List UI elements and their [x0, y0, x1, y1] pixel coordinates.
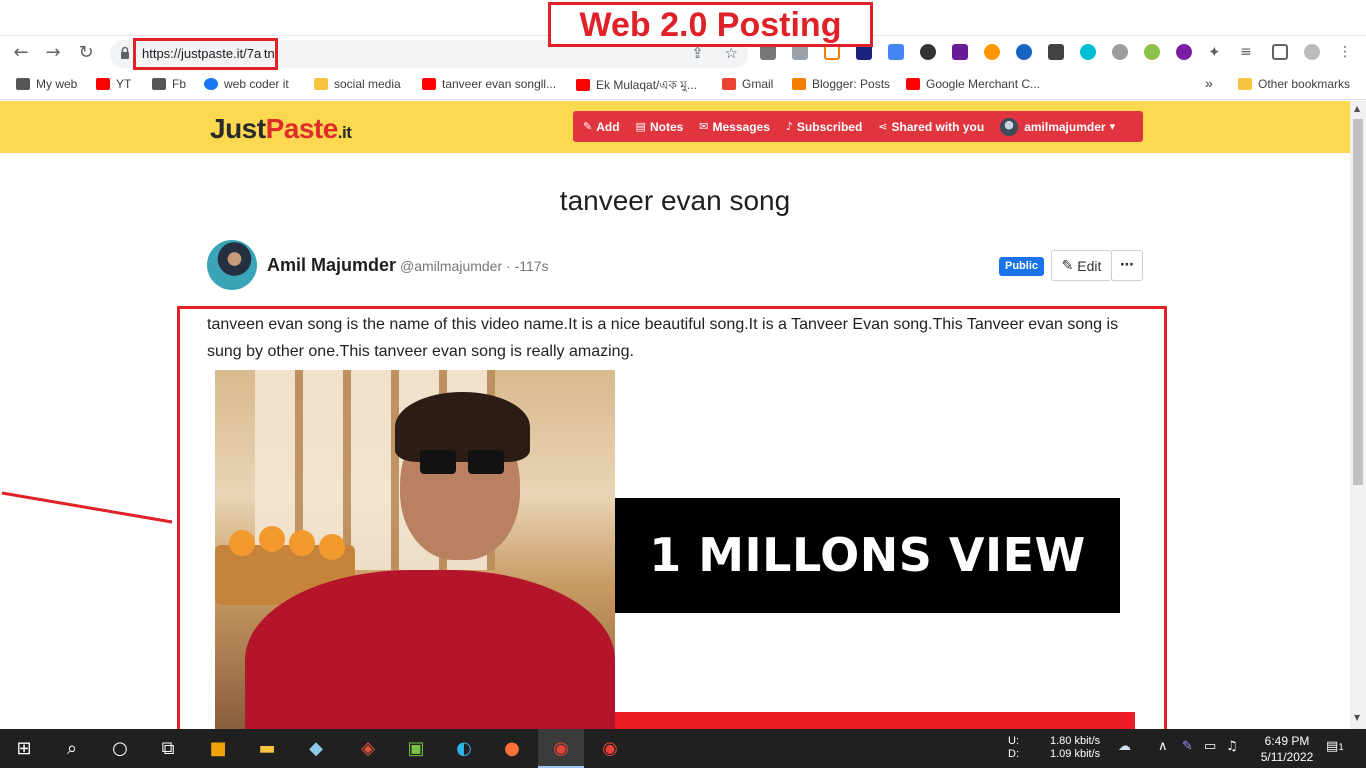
youtube-icon [422, 78, 436, 90]
message-icon: ✉ [699, 120, 709, 133]
site-header: JustPaste.it ✎ Add ▤ Notes ✉ Messages ♪ Subs… [0, 101, 1350, 153]
notification-icon[interactable]: ▤1 [1326, 739, 1344, 754]
pen-icon[interactable]: ✎ [1182, 739, 1193, 754]
bookmark-item[interactable]: Fb [152, 77, 186, 91]
bookmark-item[interactable]: Blogger: Posts [792, 77, 890, 91]
extension-icon[interactable] [920, 44, 936, 60]
bookmarks-bar: My web YT Fb web coder it social media t… [0, 70, 1366, 100]
youtube-icon [906, 78, 920, 90]
media-icon[interactable]: ≡ [1240, 44, 1256, 60]
status-badge: Public [999, 257, 1045, 276]
bookmark-icon [152, 78, 166, 90]
side-panel-icon[interactable] [1272, 44, 1288, 60]
bookmark-item[interactable]: My web [16, 77, 77, 91]
extension-icon[interactable] [952, 44, 968, 60]
menu-subscribed[interactable]: ♪ Subscribed [786, 120, 862, 134]
extension-icon[interactable] [1048, 44, 1064, 60]
scroll-up-icon[interactable]: ▲ [1354, 104, 1360, 113]
menu-messages[interactable]: ✉ Messages [699, 120, 770, 134]
bookmark-item[interactable]: tanveer evan songll... [422, 77, 556, 91]
scrollbar-thumb[interactable] [1353, 119, 1363, 485]
camtasia-icon[interactable]: ▣ [404, 737, 428, 761]
avatar [1000, 117, 1019, 136]
net-speeds: 1.80 kbit/s 1.09 kbit/s [1050, 735, 1101, 760]
edit-button[interactable]: ✎ Edit [1051, 250, 1112, 281]
youtube-icon [96, 78, 110, 90]
more-bookmarks-icon[interactable]: » [1205, 75, 1213, 91]
network-icon[interactable]: ▭ [1204, 739, 1216, 754]
reload-icon[interactable]: ↻ [75, 42, 97, 64]
back-icon[interactable]: ← [10, 42, 32, 64]
menu-user[interactable]: amilmajumder ▾ [1000, 117, 1119, 136]
author-avatar[interactable] [207, 240, 257, 290]
blogger-icon [792, 78, 806, 90]
annotation-content-box [177, 306, 1167, 732]
annotation-url-box [133, 38, 278, 70]
extension-icon[interactable] [1016, 44, 1032, 60]
volume-icon[interactable]: ♫ [1226, 739, 1238, 754]
gmail-icon [722, 78, 736, 90]
extension-icon[interactable] [1144, 44, 1160, 60]
clock[interactable]: 6:49 PM 5/11/2022 [1252, 733, 1322, 765]
menu-add[interactable]: ✎ Add [583, 120, 620, 134]
bookmark-item[interactable]: Google Merchant C... [906, 77, 1040, 91]
extension-icon[interactable] [1176, 44, 1192, 60]
author-name[interactable]: Amil Majumder [267, 255, 396, 276]
caret-down-icon: ▾ [1109, 120, 1116, 133]
store-icon[interactable]: ■ [206, 737, 230, 761]
globe-icon[interactable] [1112, 44, 1128, 60]
chrome-icon[interactable]: ◉ [549, 737, 573, 761]
kebab-menu-icon[interactable]: ⋮ [1338, 44, 1354, 60]
search-icon[interactable]: ⌕ [60, 737, 84, 761]
chrome-icon[interactable]: ◉ [598, 737, 622, 761]
net-labels: U: D: [1008, 735, 1019, 760]
bookmark-item[interactable]: social media [314, 77, 401, 91]
share-icon: ⋖ [878, 120, 888, 133]
app-icon[interactable]: ◆ [304, 737, 328, 761]
bookmark-item[interactable]: Gmail [722, 77, 773, 91]
bookmark-item[interactable]: YT [96, 77, 131, 91]
folder-icon [1238, 78, 1252, 90]
edit-icon: ✎ [583, 120, 593, 133]
folder-icon [314, 78, 328, 90]
extension-icon[interactable] [984, 44, 1000, 60]
edit-icon: ✎ [1061, 257, 1074, 273]
bookmark-item[interactable]: Ek Mulaqat/এক মু... [576, 77, 697, 97]
firefox-icon[interactable]: ● [500, 737, 524, 761]
notes-icon: ▤ [635, 120, 646, 133]
page-title: tanveer evan song [559, 185, 791, 216]
main-menu: ✎ Add ▤ Notes ✉ Messages ♪ Subscribed ⋖ Share… [573, 111, 1143, 142]
puzzle-icon[interactable]: ✦ [1208, 44, 1224, 60]
menu-shared[interactable]: ⋖ Shared with you [878, 120, 984, 134]
chevron-up-icon[interactable]: ∧ [1158, 739, 1168, 754]
annotation-arrow [1, 491, 173, 524]
author-meta: @amilmajumder · -117s [400, 258, 549, 274]
bookmark-icon [16, 78, 30, 90]
cortana-icon[interactable]: ○ [108, 737, 132, 761]
facebook-icon [204, 78, 218, 90]
profile-icon[interactable] [1304, 44, 1320, 60]
task-view-icon[interactable]: ⧉ [156, 737, 180, 761]
bookmark-item[interactable]: web coder it [204, 77, 289, 91]
windows-start-icon[interactable]: ⊞ [12, 737, 36, 761]
scroll-down-icon[interactable]: ▼ [1354, 713, 1360, 722]
more-options-button[interactable]: ⋯ [1111, 250, 1143, 281]
extension-icon[interactable] [1080, 44, 1096, 60]
taskbar: ⊞ ⌕ ○ ⧉ ■ ▬ ◆ ◈ ▣ ◐ ● ◉ ◉ U: D: 1.80 kbi… [0, 729, 1366, 768]
anydesk-icon[interactable]: ◈ [356, 737, 380, 761]
menu-notes[interactable]: ▤ Notes [636, 120, 684, 134]
site-logo[interactable]: JustPaste.it [210, 113, 352, 145]
youtube-icon [576, 79, 590, 91]
bookmark-other[interactable]: Other bookmarks [1238, 77, 1350, 91]
forward-icon[interactable]: → [42, 42, 64, 64]
screen: ← → ↻ https://justpaste.it/7a tn ⇪ ☆ ✦ ≡… [0, 0, 1366, 768]
lock-icon [121, 46, 129, 59]
translate-icon[interactable] [888, 44, 904, 60]
scrollbar[interactable]: ▲ ▼ [1350, 101, 1366, 729]
edge-icon[interactable]: ◐ [452, 737, 476, 761]
file-explorer-icon[interactable]: ▬ [255, 737, 279, 761]
onedrive-icon[interactable]: ☁ [1118, 739, 1131, 754]
bell-icon: ♪ [785, 120, 793, 133]
annotation-title: Web 2.0 Posting [548, 2, 873, 47]
